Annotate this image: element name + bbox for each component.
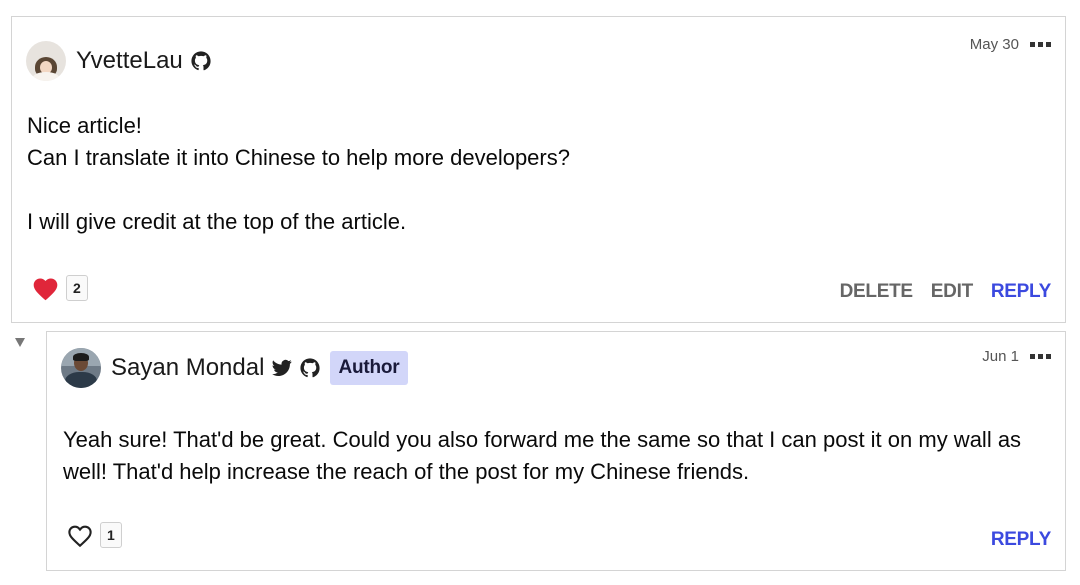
reply-button[interactable]: REPLY (991, 281, 1051, 303)
avatar[interactable] (61, 348, 101, 388)
comment-text: Nice article! Can I translate it into Ch… (27, 113, 570, 234)
edit-button[interactable]: EDIT (931, 281, 973, 303)
comment-date[interactable]: May 30 (970, 36, 1019, 53)
delete-button[interactable]: DELETE (840, 281, 913, 303)
comment-meta: Jun 1 (982, 348, 1051, 365)
author-badge: Author (330, 351, 408, 385)
comment-body: Nice article! Can I translate it into Ch… (27, 110, 1027, 238)
comment-author: YvetteLau (26, 41, 211, 81)
more-options-icon[interactable] (1030, 42, 1051, 47)
reaction-count: 1 (100, 522, 122, 548)
comment-date[interactable]: Jun 1 (982, 348, 1019, 365)
reaction-bar: 2 (31, 275, 88, 301)
heart-filled-icon[interactable] (31, 275, 60, 301)
comment-actions: REPLY (991, 529, 1051, 551)
comment-body: Yeah sure! That'd be great. Could you al… (63, 424, 1043, 488)
username-link[interactable]: Sayan Mondal (111, 354, 264, 382)
heart-outline-icon[interactable] (66, 522, 94, 548)
twitter-icon[interactable] (272, 359, 293, 377)
reaction-count: 2 (66, 275, 88, 301)
reply-comment-card: Sayan Mondal Author Jun 1 Yeah sure! Tha… (46, 331, 1066, 571)
more-options-icon[interactable] (1030, 354, 1051, 359)
username-link[interactable]: YvetteLau (76, 47, 183, 75)
github-icon[interactable] (191, 51, 211, 71)
github-icon[interactable] (300, 358, 321, 378)
comment-text: Yeah sure! That'd be great. Could you al… (63, 427, 1022, 484)
comment-meta: May 30 (970, 36, 1051, 53)
collapse-thread-icon[interactable] (15, 338, 25, 347)
comment-author: Sayan Mondal Author (61, 348, 408, 388)
comment-actions: DELETE EDIT REPLY (840, 281, 1052, 303)
reply-button[interactable]: REPLY (991, 529, 1051, 551)
reaction-bar: 1 (66, 522, 122, 548)
comment-card: YvetteLau May 30 Nice article! Can I tra… (11, 16, 1066, 323)
avatar[interactable] (26, 41, 66, 81)
